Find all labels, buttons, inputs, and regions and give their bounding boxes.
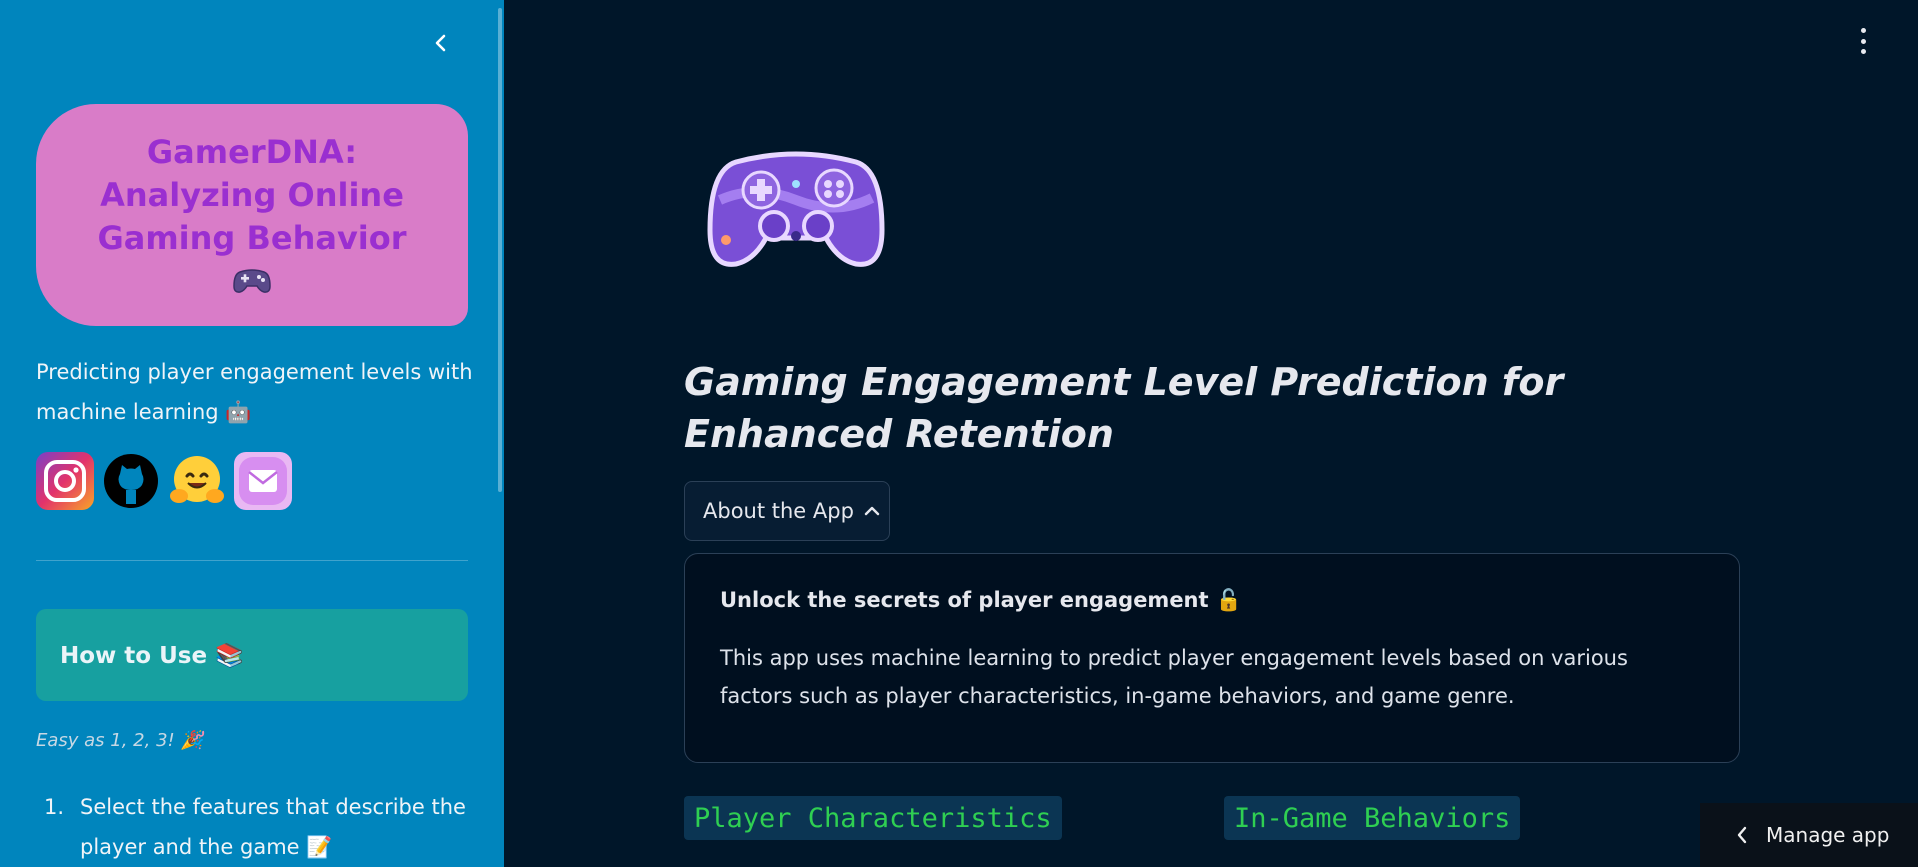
gamepad-illustration	[706, 140, 886, 280]
chevron-left-icon	[1737, 826, 1747, 844]
app-title: GamerDNA: Analyzing Online Gaming Behavi…	[97, 132, 407, 257]
app-title-card: GamerDNA: Analyzing Online Gaming Behavi…	[36, 104, 468, 326]
huggingface-icon	[170, 456, 224, 503]
about-app-toggle[interactable]: About the App	[684, 481, 890, 541]
about-app-panel: Unlock the secrets of player engagement …	[684, 553, 1740, 763]
instagram-icon	[44, 460, 86, 502]
manage-app-label: Manage app	[1766, 823, 1890, 847]
chevron-left-icon	[435, 34, 446, 52]
collapse-sidebar-button[interactable]	[426, 28, 456, 58]
about-body: This app uses machine learning to predic…	[720, 646, 1628, 708]
email-link[interactable]	[234, 452, 292, 510]
step-number: 1.	[44, 795, 65, 819]
how-to-use-header[interactable]: How to Use 📚	[36, 609, 468, 701]
sidebar-scrollbar[interactable]	[498, 8, 502, 492]
about-heading: Unlock the secrets of player engagement …	[720, 588, 1243, 612]
huggingface-link[interactable]	[168, 452, 226, 510]
app-tagline: Predicting player engagement levels with…	[36, 360, 473, 424]
step-text: Select the features that describe the pl…	[80, 795, 466, 859]
manage-app-button[interactable]: Manage app	[1700, 803, 1918, 867]
steps-list: 1. Select the features that describe the…	[36, 787, 476, 867]
github-link[interactable]	[102, 452, 160, 510]
list-item: 1. Select the features that describe the…	[36, 787, 476, 867]
email-icon	[239, 457, 287, 505]
sidebar-divider	[36, 560, 468, 561]
main-menu-button[interactable]	[1852, 28, 1874, 54]
sidebar: GamerDNA: Analyzing Online Gaming Behavi…	[0, 0, 504, 867]
instagram-link[interactable]	[36, 452, 94, 510]
easy-caption: Easy as 1, 2, 3! 🎉	[36, 730, 203, 751]
social-links	[36, 452, 292, 510]
github-icon	[104, 454, 158, 508]
page-title: Gaming Engagement Level Prediction for E…	[684, 360, 1564, 456]
chevron-up-icon	[864, 506, 880, 516]
section-label-in-game-behaviors: In-Game Behaviors	[1224, 796, 1521, 840]
gamepad-icon	[232, 266, 272, 300]
section-label-player-characteristics: Player Characteristics	[684, 796, 1062, 840]
about-app-label: About the App	[703, 499, 854, 523]
